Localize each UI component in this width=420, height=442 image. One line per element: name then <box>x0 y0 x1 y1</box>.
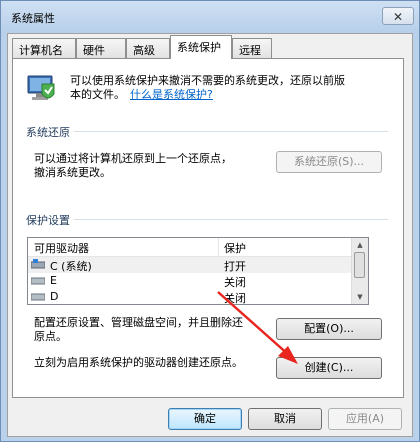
drive-icon <box>31 277 45 285</box>
restore-group-title: 系统还原 <box>26 126 70 139</box>
dialog-client: 计算机名 硬件 高级 系统保护 远程 可以使用系统保护来撤消不需要的系统更改，还… <box>7 33 413 437</box>
column-separator <box>218 238 219 256</box>
restore-group-divider <box>74 131 388 132</box>
drive-row[interactable]: C (系统) 打开 <box>28 257 351 273</box>
drive-name: E <box>50 274 57 287</box>
protection-group-title: 保护设置 <box>26 214 70 227</box>
system-protection-icon <box>27 75 55 100</box>
scroll-down-icon[interactable]: ▼ <box>352 290 368 304</box>
drive-name: C (系统) <box>50 260 92 273</box>
system-properties-window: 系统属性 ✕ 计算机名 硬件 高级 系统保护 远程 可以使用系统保护来撤消不需要… <box>0 0 420 442</box>
intro-text-line2: 本的文件。 <box>70 88 125 101</box>
restore-desc-line1: 可以通过将计算机还原到上一个还原点， <box>34 152 232 165</box>
drives-list[interactable]: 可用驱动器 保护 C (系统) 打开 E 关闭 D 关闭 ▲ ▼ <box>27 237 369 305</box>
cancel-button[interactable]: 取消 <box>248 408 322 430</box>
close-icon: ✕ <box>392 10 404 24</box>
drive-icon <box>31 293 45 301</box>
scroll-thumb[interactable] <box>354 252 365 278</box>
ok-button[interactable]: 确定 <box>168 408 242 430</box>
restore-desc-line2: 撤消系统更改。 <box>34 166 111 179</box>
close-button[interactable]: ✕ <box>382 7 414 25</box>
system-restore-button[interactable]: 系统还原(S)... <box>276 151 382 173</box>
drive-name: D <box>50 290 59 303</box>
drives-list-scrollbar[interactable]: ▲ ▼ <box>351 238 368 304</box>
scroll-up-icon[interactable]: ▲ <box>352 238 368 252</box>
protection-group-divider <box>74 219 388 220</box>
intro-text-line1: 可以使用系统保护来撤消不需要的系统更改，还原以前版 <box>70 74 345 87</box>
drives-list-header: 可用驱动器 保护 <box>28 238 351 257</box>
what-is-protection-link[interactable]: 什么是系统保护? <box>130 88 213 102</box>
annotation-arrow-icon <box>217 291 298 364</box>
config-text-line2: 原点。 <box>34 330 67 343</box>
system-drive-icon <box>31 259 45 269</box>
column-header-protection[interactable]: 保护 <box>224 240 246 256</box>
title-bar[interactable]: 系统属性 ✕ <box>1 1 419 33</box>
column-header-drive[interactable]: 可用驱动器 <box>34 240 89 256</box>
panel-content: 可以使用系统保护来撤消不需要的系统更改，还原以前版 本的文件。 什么是系统保护?… <box>8 34 412 436</box>
drive-protection-status: 打开 <box>224 260 246 273</box>
window-title: 系统属性 <box>11 12 55 25</box>
apply-button[interactable]: 应用(A) <box>328 408 402 430</box>
